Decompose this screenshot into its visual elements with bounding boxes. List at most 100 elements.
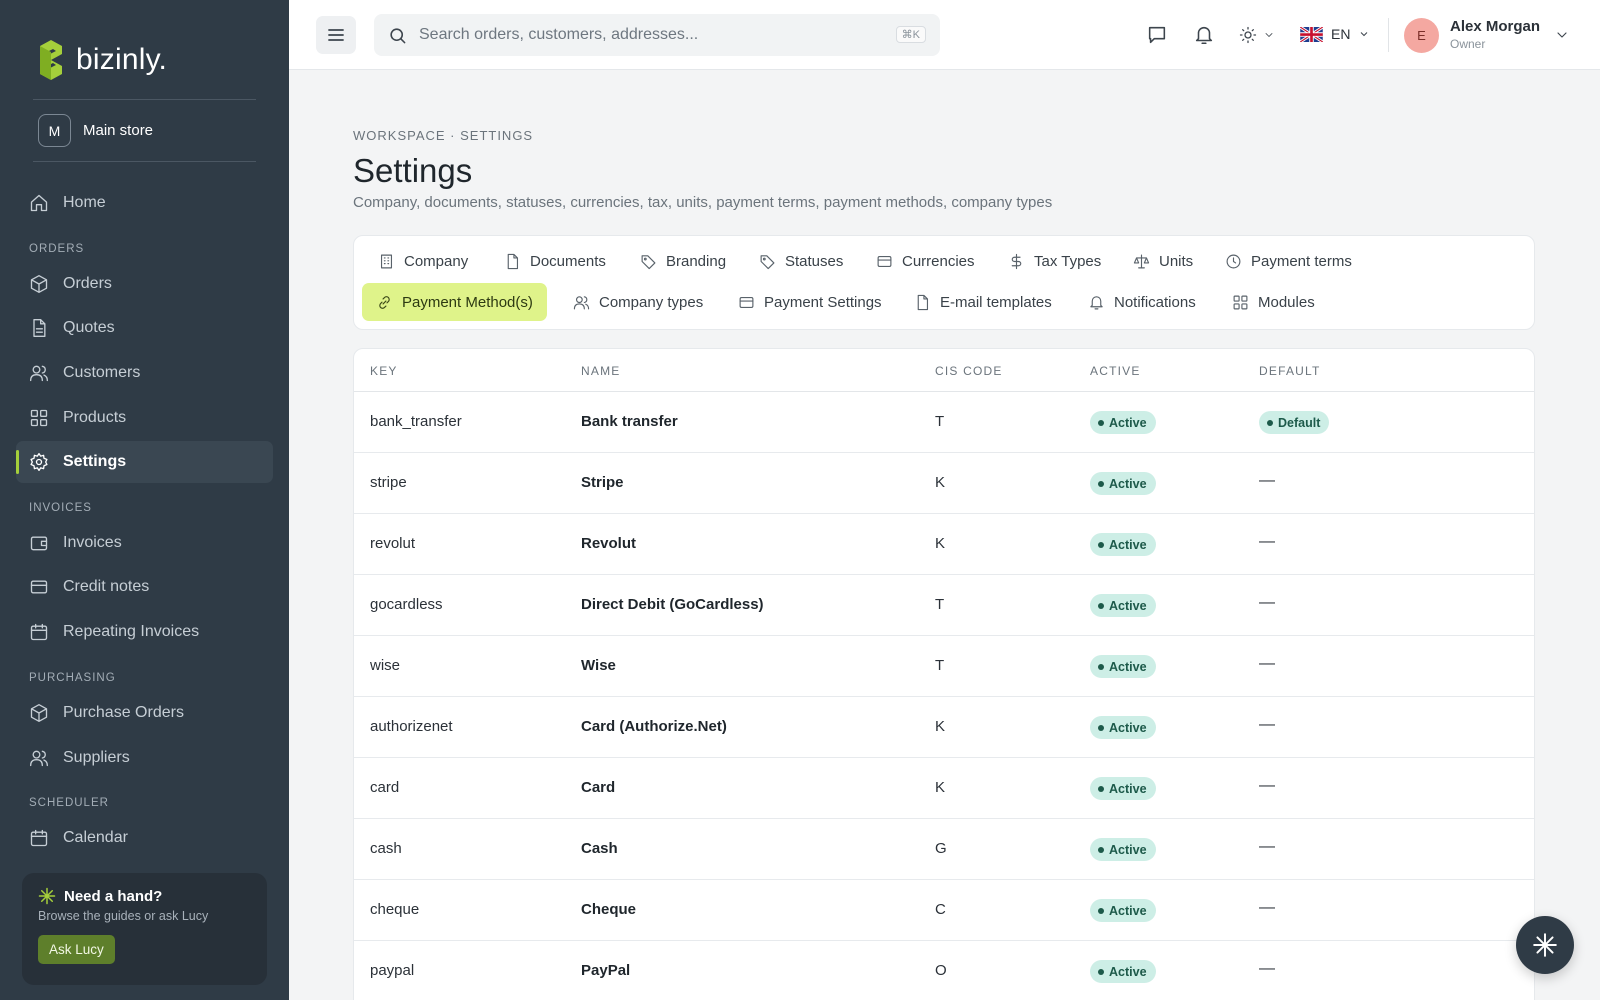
- column-header-key[interactable]: KEY: [370, 364, 398, 378]
- menu-toggle-button[interactable]: [316, 16, 356, 54]
- table-row[interactable]: wise Wise T Active —: [354, 636, 1534, 697]
- sidebar-item-products[interactable]: Products: [16, 397, 273, 439]
- tab-payment-methods[interactable]: Payment Method(s): [362, 283, 547, 321]
- status-label: Active: [1109, 720, 1147, 735]
- cis-code-cell: C: [935, 901, 946, 918]
- tab-branding[interactable]: Branding: [626, 242, 740, 280]
- cis-code-cell: T: [935, 596, 945, 613]
- notifications-button[interactable]: [1193, 24, 1215, 51]
- sidebar-item-invoices[interactable]: Invoices: [16, 522, 273, 564]
- default-empty: —: [1259, 777, 1275, 794]
- tab-documents[interactable]: Documents: [490, 242, 620, 280]
- tab-label: Currencies: [902, 252, 975, 270]
- table-row[interactable]: bank_transfer Bank transfer T Active Default: [354, 392, 1534, 453]
- language-code: EN: [1331, 26, 1351, 42]
- building-icon: [380, 254, 393, 268]
- table-row[interactable]: card Card K Active —: [354, 758, 1534, 819]
- user-menu-button[interactable]: [1554, 27, 1570, 48]
- status-label: Active: [1109, 415, 1147, 430]
- sidebar-item-home[interactable]: Home: [16, 182, 273, 224]
- store-badge: M: [38, 114, 71, 147]
- tab-statuses[interactable]: Statuses: [745, 242, 857, 280]
- search-bar[interactable]: ⌘K: [374, 14, 940, 56]
- sidebar-item-customers[interactable]: Customers: [16, 352, 273, 394]
- table-row[interactable]: authorizenet Card (Authorize.Net) K Active —: [354, 697, 1534, 758]
- table-row[interactable]: paypal PayPal O Active —: [354, 941, 1534, 1000]
- table-row[interactable]: cheque Cheque C Active —: [354, 880, 1534, 941]
- document-icon: [33, 319, 46, 337]
- sidebar-item-settings[interactable]: Settings: [16, 441, 273, 483]
- sidebar-item-label: Products: [63, 409, 127, 426]
- page-title: Settings: [353, 152, 473, 189]
- name-cell: PayPal: [581, 962, 631, 979]
- messages-button[interactable]: [1146, 24, 1168, 51]
- table-row[interactable]: stripe Stripe K Active —: [354, 453, 1534, 514]
- tab-email-templates[interactable]: E-mail templates: [900, 283, 1066, 321]
- key-cell: authorizenet: [370, 718, 453, 735]
- tab-company-types[interactable]: Company types: [559, 283, 717, 321]
- search-input[interactable]: [419, 26, 879, 44]
- avatar[interactable]: E: [1404, 18, 1439, 53]
- sidebar-item-quotes[interactable]: Quotes: [16, 307, 273, 349]
- sidebar-item-label: Repeating Invoices: [63, 623, 200, 640]
- tab-units[interactable]: Units: [1119, 242, 1207, 280]
- key-cell: cash: [370, 840, 402, 857]
- tab-company[interactable]: Company: [364, 242, 482, 280]
- theme-toggle[interactable]: [1239, 26, 1275, 44]
- sidebar: bizinly. M Main store Home ORDERS Orders…: [0, 0, 289, 1000]
- sidebar-item-label: Purchase Orders: [63, 704, 184, 721]
- bell-icon: [1090, 295, 1103, 309]
- column-header-default[interactable]: DEFAULT: [1259, 364, 1321, 378]
- column-header-cis-code[interactable]: CIS CODE: [935, 364, 1003, 378]
- column-header-name[interactable]: NAME: [581, 364, 620, 378]
- status-badge: Active: [1090, 777, 1156, 800]
- card-icon: [739, 296, 754, 308]
- cis-code-cell: K: [935, 779, 946, 796]
- sidebar-item-repeating-invoices[interactable]: Repeating Invoices: [16, 611, 273, 653]
- sidebar-item-orders[interactable]: Orders: [16, 263, 273, 305]
- chevron-down-icon: [1265, 33, 1273, 37]
- sidebar-item-purchase-orders[interactable]: Purchase Orders: [16, 692, 273, 734]
- assistant-button[interactable]: [1516, 916, 1574, 974]
- table-row[interactable]: gocardless Direct Debit (GoCardless) T Acti…: [354, 575, 1534, 636]
- tab-label: Notifications: [1114, 293, 1196, 311]
- status-dot: [1098, 907, 1104, 914]
- cis-code-cell: G: [935, 840, 947, 857]
- table-row[interactable]: cash Cash G Active —: [354, 819, 1534, 880]
- tab-tax-types[interactable]: Tax Types: [994, 242, 1115, 280]
- scale-icon: [1133, 254, 1150, 268]
- sidebar-item-label: Orders: [63, 275, 112, 292]
- tab-currencies[interactable]: Currencies: [862, 242, 989, 280]
- key-cell: bank_transfer: [370, 413, 462, 430]
- user-name[interactable]: Alex Morgan: [1450, 18, 1540, 35]
- store-switcher[interactable]: M Main store: [38, 114, 153, 147]
- help-subtitle: Browse the guides or ask Lucy: [38, 909, 209, 923]
- cis-code-cell: T: [935, 413, 945, 430]
- wallet-icon: [30, 536, 48, 551]
- sidebar-item-calendar[interactable]: Calendar: [16, 817, 273, 859]
- brand-logo[interactable]: bizinly.: [36, 40, 167, 80]
- cis-code-cell: K: [935, 474, 946, 491]
- link-icon: [379, 295, 390, 309]
- tab-modules[interactable]: Modules: [1218, 283, 1329, 321]
- tab-payment-settings[interactable]: Payment Settings: [724, 283, 896, 321]
- tab-payment-terms[interactable]: Payment terms: [1211, 242, 1366, 280]
- tab-notifications[interactable]: Notifications: [1074, 283, 1210, 321]
- nav-section-purchasing: PURCHASING: [29, 672, 116, 684]
- status-dot: [1098, 846, 1104, 853]
- status-label: Active: [1109, 964, 1147, 979]
- sidebar-item-credit-notes[interactable]: Credit notes: [16, 566, 273, 608]
- users-icon: [573, 295, 590, 309]
- card-icon: [877, 255, 892, 267]
- payment-methods-table: KEY NAME CIS CODE ACTIVE DEFAULT bank_tr…: [353, 348, 1535, 1000]
- table-header: KEY NAME CIS CODE ACTIVE DEFAULT: [354, 349, 1534, 392]
- sidebar-item-label: Invoices: [63, 534, 122, 551]
- clock-icon: [1226, 254, 1241, 268]
- help-title-row: Need a hand?: [38, 887, 251, 905]
- column-header-active[interactable]: ACTIVE: [1090, 364, 1141, 378]
- table-row[interactable]: revolut Revolut K Active —: [354, 514, 1534, 575]
- language-selector[interactable]: EN: [1300, 26, 1370, 42]
- name-cell: Card: [581, 779, 616, 796]
- ask-lucy-button[interactable]: Ask Lucy: [38, 935, 115, 964]
- sidebar-item-suppliers[interactable]: Suppliers: [16, 737, 273, 779]
